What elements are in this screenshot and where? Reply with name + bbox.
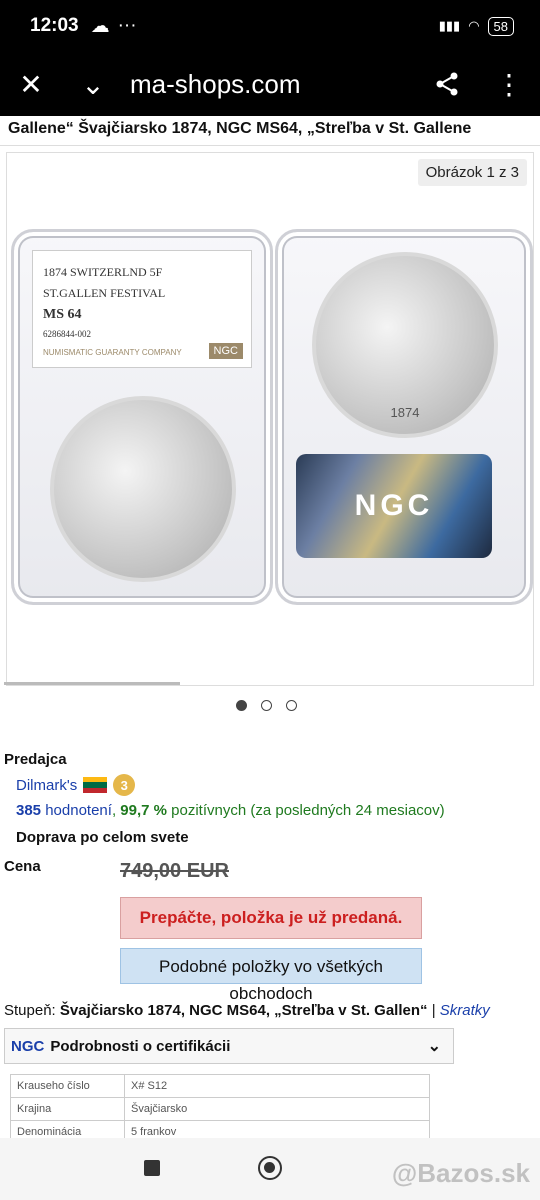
rating-count-link[interactable]: 385 xyxy=(16,802,41,819)
cloud-icon: ☁ xyxy=(90,15,110,37)
home-button[interactable] xyxy=(258,1156,282,1180)
grade-value: Švajčiarsko 1874, NGC MS64, „Streľba v S… xyxy=(59,1002,428,1019)
gallery-dot-2[interactable] xyxy=(260,700,272,711)
hologram-text: NGC xyxy=(354,489,434,522)
label-line2: ST.GALLEN FESTIVAL xyxy=(43,286,166,300)
seller-name-link[interactable]: Dilmark's xyxy=(16,777,77,794)
battery-indicator: 58 xyxy=(487,16,514,36)
seller-level-badge: 3 xyxy=(113,774,136,796)
gallery-dot-3[interactable] xyxy=(285,700,297,711)
kebab-menu-icon[interactable]: ⋮ xyxy=(478,52,540,116)
image-gallery[interactable]: Obrázok 1 z 3 1874 SWITZERLND 5F ST.GALL… xyxy=(6,152,534,686)
similar-items-button[interactable]: Podobné položky vo všetkých xyxy=(120,948,422,984)
coin-date: 1874 xyxy=(390,405,420,420)
seller-row: Dilmark's 3 xyxy=(16,774,136,796)
detail-value: Švajčiarsko xyxy=(124,1097,430,1121)
status-time: 12:03 xyxy=(30,15,79,36)
status-bar: 12:03 ☁ ··· ▮▮▮ ◠ 58 xyxy=(0,0,540,52)
detail-value: X# S12 xyxy=(124,1074,430,1098)
ngc-hologram: NGC xyxy=(296,454,492,558)
certification-accordion[interactable]: NGC Podrobnosti o certifikácii ⌄ xyxy=(4,1028,454,1064)
grade-separator: | xyxy=(431,1002,436,1019)
ngc-logo: NGC xyxy=(208,343,243,359)
detail-label: Krauseho číslo xyxy=(10,1074,125,1098)
image-counter: Obrázok 1 z 3 xyxy=(417,159,527,186)
more-dots-icon: ··· xyxy=(117,15,137,36)
details-table: Krauseho číslo X# S12 Krajina Švajčiarsk… xyxy=(10,1074,430,1144)
url-text[interactable]: ma-shops.com xyxy=(130,69,416,100)
seller-section-title: Predajca xyxy=(4,751,67,768)
rating-count-label: hodnotení xyxy=(45,802,112,819)
price-label: Cena xyxy=(4,858,41,875)
table-row: Krauseho číslo X# S12 xyxy=(10,1074,430,1098)
coin-reverse: 1874 xyxy=(312,252,498,438)
table-row: Krajina Švajčiarsko xyxy=(10,1097,430,1121)
bazos-watermark: @Bazos.sk xyxy=(391,1158,530,1188)
similar-items-label-wrap: obchodoch xyxy=(229,984,313,1003)
shipping-info: Doprava po celom svete xyxy=(16,829,189,846)
label-cert: 6286844-002 xyxy=(43,329,91,339)
browser-toolbar: ✕ ⌄ ma-shops.com ⋮ xyxy=(0,52,540,116)
chevron-down-icon[interactable]: ⌄ xyxy=(62,52,124,116)
sold-notice: Prepáčte, položka je už predaná. xyxy=(120,897,422,939)
wifi-icon: ◠ xyxy=(468,18,480,33)
chevron-down-icon: ⌄ xyxy=(427,1038,441,1055)
detail-label: Krajina xyxy=(10,1097,125,1121)
certification-title: Podrobnosti o certifikácii xyxy=(50,1037,231,1055)
label-grade: MS 64 xyxy=(43,307,82,322)
abbreviations-link[interactable]: Skratky xyxy=(440,1002,490,1019)
slab-back: 1874 NGC xyxy=(275,229,533,605)
grade-line: Stupeň: Švajčiarsko 1874, NGC MS64, „Str… xyxy=(4,1002,490,1019)
gallery-dots xyxy=(0,700,540,711)
page-breadcrumb: Gallene“ Švajčiarsko 1874, NGC MS64, „St… xyxy=(0,116,540,146)
rating-description: pozitívnych (za posledných 24 mesiacov) xyxy=(171,802,445,819)
slab-label: 1874 SWITZERLND 5F ST.GALLEN FESTIVAL MS… xyxy=(32,250,252,368)
grade-prefix: Stupeň: xyxy=(4,1002,56,1019)
label-line1: 1874 SWITZERLND 5F xyxy=(43,265,163,279)
gallery-dot-1[interactable] xyxy=(235,700,247,711)
slab-front: 1874 SWITZERLND 5F ST.GALLEN FESTIVAL MS… xyxy=(11,229,273,605)
gallery-scroll-indicator xyxy=(4,682,180,685)
signal-icon: ▮▮▮ xyxy=(438,18,461,33)
ngc-cert-logo: NGC xyxy=(11,1037,45,1055)
share-icon[interactable] xyxy=(416,52,478,116)
recents-button[interactable] xyxy=(144,1160,160,1176)
price-value: 749,00 EUR xyxy=(120,860,229,882)
seller-ratings: 385 hodnotení, 99,7 % pozitívnych (za po… xyxy=(16,802,445,819)
similar-items-label: Podobné položky vo všetkých xyxy=(159,957,383,976)
label-company: NUMISMATIC GUARANTY COMPANY xyxy=(43,348,182,357)
lithuania-flag-icon xyxy=(83,777,108,793)
close-icon[interactable]: ✕ xyxy=(0,52,62,116)
rating-percent: 99,7 % xyxy=(120,802,167,819)
coin-obverse xyxy=(50,396,236,582)
